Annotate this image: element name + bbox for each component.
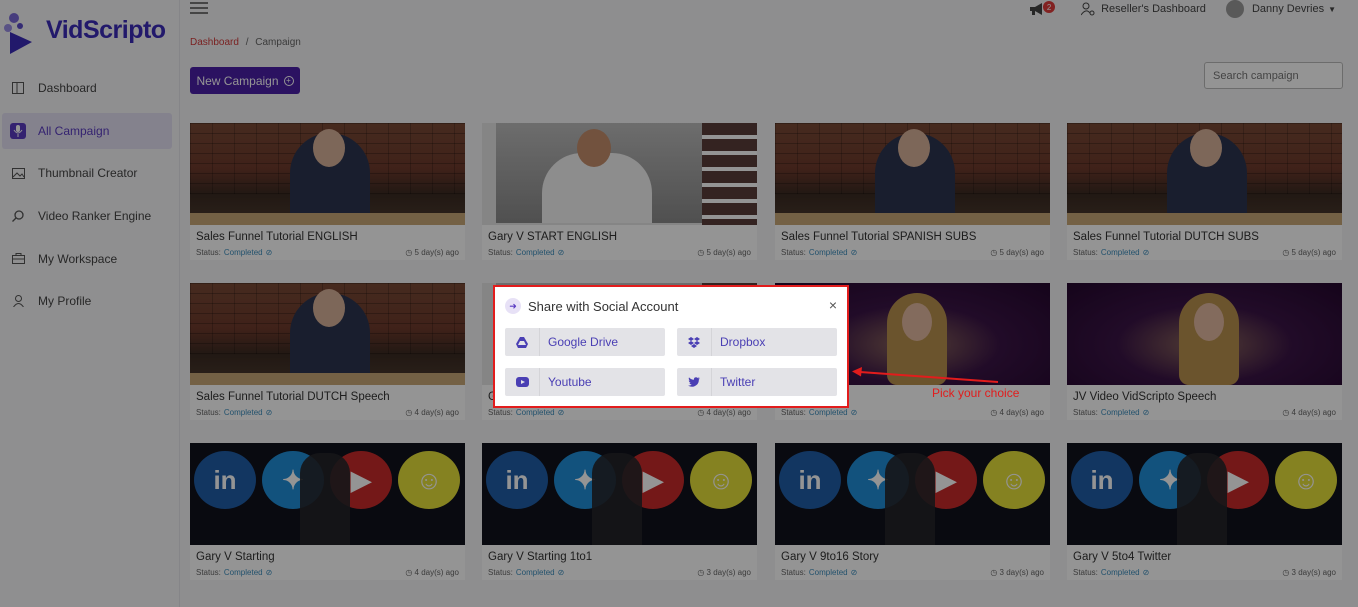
dropbox-icon bbox=[677, 336, 711, 348]
service-label: Dropbox bbox=[711, 328, 765, 356]
twitter-button[interactable]: Twitter bbox=[677, 368, 837, 396]
share-icon: ➜ bbox=[505, 298, 521, 314]
share-modal: ➜ Share with Social Account × Google Dri… bbox=[493, 285, 849, 408]
service-label: Google Drive bbox=[539, 328, 618, 356]
google-drive-icon bbox=[505, 336, 539, 348]
modal-title: Share with Social Account bbox=[528, 298, 679, 314]
service-label: Youtube bbox=[539, 368, 592, 396]
youtube-button[interactable]: Youtube bbox=[505, 368, 665, 396]
annotation-arrow-icon bbox=[852, 367, 999, 383]
close-icon[interactable]: × bbox=[829, 297, 837, 313]
google-drive-button[interactable]: Google Drive bbox=[505, 328, 665, 356]
twitter-icon bbox=[677, 377, 711, 387]
service-label: Twitter bbox=[711, 368, 755, 396]
modal-header: ➜ Share with Social Account × bbox=[505, 295, 837, 317]
annotation-text: Pick your choice bbox=[932, 386, 1020, 400]
dropbox-button[interactable]: Dropbox bbox=[677, 328, 837, 356]
youtube-icon bbox=[505, 377, 539, 387]
